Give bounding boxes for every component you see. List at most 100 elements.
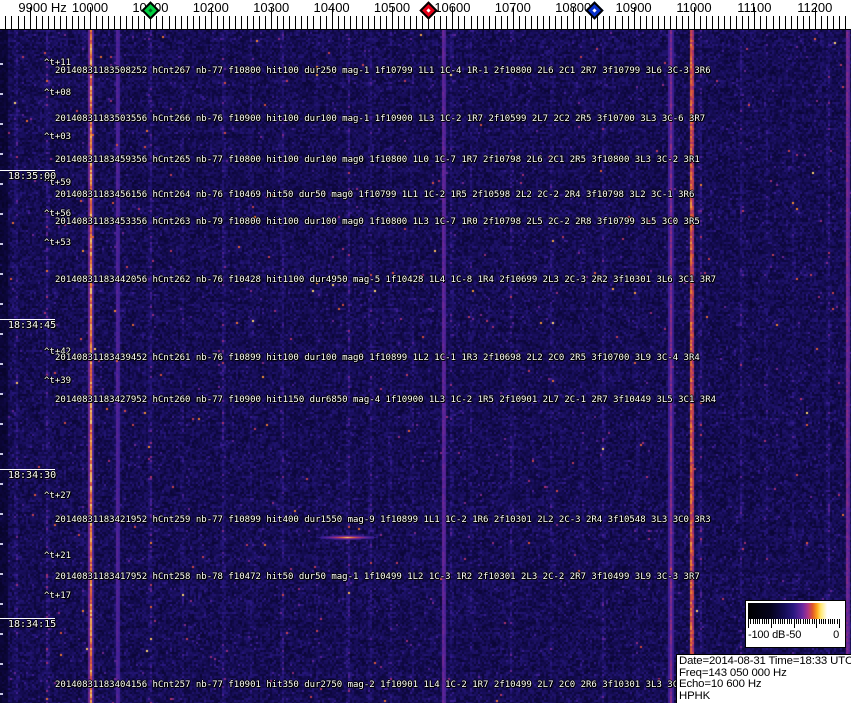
- colorbar-tick: [763, 619, 765, 624]
- freq-label: 10700: [494, 0, 531, 15]
- event-time-tag: ^t+39: [44, 376, 72, 386]
- colorbar-tick: [761, 619, 763, 624]
- ruler-minor-tick: [700, 16, 702, 29]
- ruler-minor-tick: [120, 16, 122, 29]
- ruler-minor-tick: [736, 16, 738, 29]
- ruler-minor-tick: [651, 16, 653, 29]
- ruler-minor-tick: [373, 16, 375, 29]
- ruler-minor-tick: [259, 16, 261, 29]
- ruler-minor-tick: [838, 16, 840, 29]
- colorbar-tick: [766, 619, 768, 624]
- freq-label: 10300: [253, 0, 290, 15]
- freq-label: 10400: [313, 0, 350, 15]
- freq-label: 10800: [555, 0, 592, 15]
- ruler-minor-tick: [289, 16, 291, 29]
- event-time-tag: ^t+17: [44, 591, 72, 601]
- colorbar-gradient: [748, 603, 839, 619]
- colorbar-tick: [813, 619, 815, 624]
- freq-label: 11000: [676, 0, 712, 15]
- ruler-minor-tick: [132, 16, 134, 29]
- colorbar-ticks: [748, 619, 840, 629]
- ruler-minor-tick: [609, 16, 611, 29]
- ruler-minor-tick: [410, 16, 412, 29]
- ruler-minor-tick: [615, 16, 617, 29]
- ruler-minor-tick: [295, 16, 297, 29]
- freq-label: 10000: [71, 0, 109, 15]
- ruler-minor-tick: [361, 16, 363, 29]
- event-detail-line: 20140831183404156 hCnt257 nb-77 f10901 h…: [55, 680, 684, 690]
- ruler-minor-tick: [198, 16, 200, 29]
- ruler-minor-tick: [742, 16, 744, 29]
- ruler-minor-tick: [476, 16, 478, 29]
- time-minor-tick: [0, 213, 3, 215]
- ruler-minor-tick: [319, 16, 321, 29]
- time-minor-tick: [0, 333, 3, 335]
- ruler-minor-tick: [216, 16, 218, 29]
- ruler-minor-tick: [826, 16, 828, 29]
- colorbar-tick: [839, 619, 840, 628]
- ruler-minor-tick: [23, 16, 25, 29]
- ruler-minor-tick: [748, 16, 750, 29]
- freq-label: 11200: [797, 0, 833, 15]
- event-detail-line: 20140831183459356 hCnt265 nb-77 f10800 h…: [55, 155, 700, 165]
- time-minor-tick: [0, 453, 3, 455]
- colorbar-tick: [820, 619, 822, 624]
- ruler-minor-tick: [102, 16, 104, 29]
- ruler-minor-tick: [434, 16, 436, 29]
- ruler-minor-tick: [524, 16, 526, 29]
- colorbar-tick: [770, 619, 772, 628]
- ruler-minor-tick: [724, 16, 726, 29]
- ruler-minor-tick: [446, 16, 448, 29]
- ruler-minor-tick: [126, 16, 128, 29]
- ruler-minor-tick: [712, 16, 714, 29]
- ruler-minor-tick: [621, 16, 623, 29]
- ruler-minor-tick: [543, 16, 544, 29]
- colorbar-tick: [825, 619, 827, 624]
- colorbar-tick: [811, 619, 813, 624]
- ruler-minor-tick: [760, 16, 762, 29]
- ruler-minor-tick: [416, 16, 418, 29]
- ruler-minor-tick: [832, 16, 834, 29]
- ruler-minor-tick: [11, 16, 13, 29]
- ruler-minor-tick: [398, 16, 400, 29]
- time-minor-tick: [0, 483, 3, 485]
- colorbar-tick: [782, 619, 784, 624]
- info-station-code: HPHK: [679, 689, 711, 702]
- ruler-minor-tick: [77, 16, 79, 29]
- ruler-minor-tick: [500, 16, 502, 29]
- ruler-minor-tick: [718, 16, 720, 29]
- ruler-minor-tick: [506, 16, 508, 29]
- ruler-minor-tick: [561, 16, 563, 29]
- ruler-minor-tick: [675, 16, 677, 29]
- ruler-minor-tick: [204, 16, 206, 29]
- colorbar-tick: [816, 619, 818, 628]
- ruler-minor-tick: [379, 16, 381, 29]
- colorbar-tick: [834, 619, 836, 624]
- ruler-minor-tick: [494, 16, 496, 29]
- freq-label: 10600: [434, 0, 471, 15]
- ruler-minor-tick: [114, 16, 116, 29]
- ruler-minor-tick: [663, 16, 665, 29]
- ruler-minor-tick: [657, 16, 659, 29]
- colorbar-tick: [786, 619, 788, 624]
- event-detail-line: 20140831183417952 hCnt258 nb-78 f10472 h…: [55, 572, 700, 582]
- event-detail-line: 20140831183456156 hCnt264 nb-76 f10469 h…: [55, 190, 695, 200]
- event-detail-line: 20140831183421952 hCnt259 nb-77 f10899 h…: [55, 515, 711, 525]
- ruler-minor-tick: [627, 16, 629, 29]
- ruler-minor-tick: [639, 16, 641, 29]
- ruler-minor-tick: [784, 16, 786, 29]
- time-minor-tick: [0, 633, 3, 635]
- ruler-minor-tick: [247, 16, 249, 29]
- event-time-tag: ^t+03: [44, 132, 72, 142]
- freq-label: 10900: [615, 0, 652, 15]
- event-time-tag: ^t+53: [44, 238, 72, 248]
- colorbar-tick: [752, 619, 754, 624]
- ruler-minor-tick: [385, 16, 387, 29]
- ruler-minor-tick: [681, 16, 683, 29]
- event-detail-line: 20140831183508252 hCnt267 nb-77 f10800 h…: [55, 66, 711, 76]
- ruler-minor-tick: [349, 16, 351, 29]
- colorbar-tick: [802, 619, 804, 624]
- colorbar-tick: [793, 619, 795, 628]
- ruler-minor-tick: [730, 16, 732, 29]
- ruler-minor-tick: [778, 16, 780, 29]
